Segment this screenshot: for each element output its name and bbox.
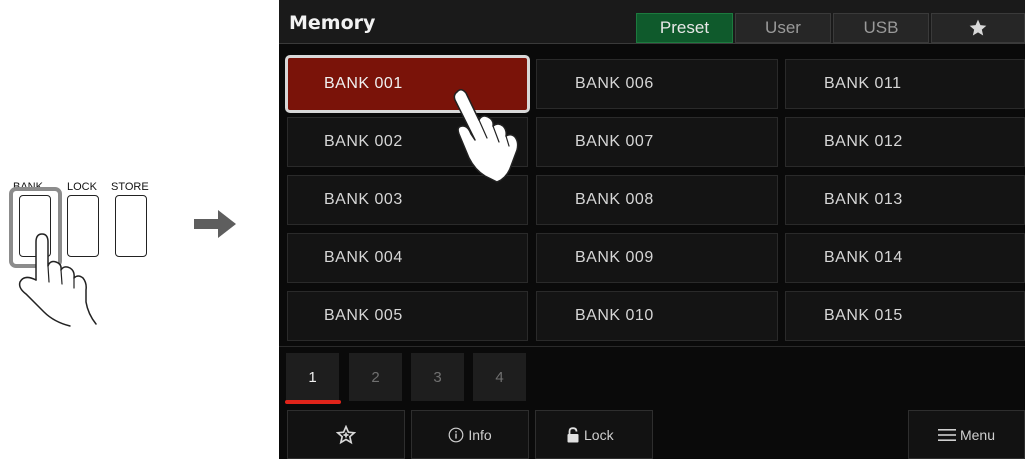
bank-cell-004[interactable]: BANK 004 bbox=[287, 233, 528, 283]
menu-button[interactable]: Menu bbox=[908, 410, 1025, 459]
bank-cell-015[interactable]: BANK 015 bbox=[785, 291, 1025, 341]
bank-label: BANK 015 bbox=[824, 307, 903, 324]
bank-cell-006[interactable]: BANK 006 bbox=[536, 59, 778, 109]
active-page-indicator bbox=[285, 400, 341, 404]
lock-label: Lock bbox=[584, 426, 614, 443]
bank-cell-012[interactable]: BANK 012 bbox=[785, 117, 1025, 167]
top-bar: Memory Preset User USB bbox=[279, 0, 1025, 44]
bank-cell-009[interactable]: BANK 009 bbox=[536, 233, 778, 283]
page-button-1[interactable]: 1 bbox=[286, 353, 339, 401]
lock-button-label: LOCK bbox=[67, 181, 97, 193]
page-button-3[interactable]: 3 bbox=[411, 353, 464, 401]
page-button-4[interactable]: 4 bbox=[473, 353, 526, 401]
bank-label: BANK 011 bbox=[824, 75, 902, 92]
bank-cell-008[interactable]: BANK 008 bbox=[536, 175, 778, 225]
tab-usb-label: USB bbox=[863, 18, 899, 37]
favorite-add-button[interactable] bbox=[287, 410, 405, 459]
bank-cell-013[interactable]: BANK 013 bbox=[785, 175, 1025, 225]
tapping-hand-icon bbox=[453, 89, 519, 183]
pointing-hand-icon bbox=[18, 233, 97, 327]
right-arrow-icon bbox=[194, 210, 236, 238]
page-number: 3 bbox=[433, 368, 442, 386]
tab-favorites[interactable] bbox=[931, 13, 1025, 43]
star-icon bbox=[969, 19, 987, 36]
tab-usb[interactable]: USB bbox=[833, 13, 929, 43]
store-button-label: STORE bbox=[111, 181, 149, 193]
bank-label: BANK 005 bbox=[324, 307, 403, 324]
page-number: 1 bbox=[308, 368, 317, 386]
bank-label: BANK 006 bbox=[575, 75, 654, 92]
star-plus-icon bbox=[336, 424, 356, 444]
info-button[interactable]: Info bbox=[411, 410, 529, 459]
info-label: Info bbox=[468, 426, 492, 443]
tab-user[interactable]: User bbox=[735, 13, 831, 43]
lock-button[interactable]: Lock bbox=[535, 410, 653, 459]
page-number: 4 bbox=[495, 368, 504, 386]
bank-label: BANK 003 bbox=[324, 191, 403, 208]
lock-icon bbox=[567, 426, 579, 442]
bank-label: BANK 010 bbox=[575, 307, 654, 324]
divider bbox=[279, 346, 1025, 347]
bank-cell-005[interactable]: BANK 005 bbox=[287, 291, 528, 341]
page-button-2[interactable]: 2 bbox=[349, 353, 402, 401]
page-number: 2 bbox=[371, 368, 380, 386]
bank-label: BANK 004 bbox=[324, 249, 403, 266]
bank-label: BANK 007 bbox=[575, 133, 654, 150]
tab-preset[interactable]: Preset bbox=[636, 13, 733, 43]
bank-label: BANK 014 bbox=[824, 249, 903, 266]
bank-cell-011[interactable]: BANK 011 bbox=[785, 59, 1025, 109]
memory-screen: Memory Preset User USB BANK 001 BANK 002… bbox=[279, 0, 1025, 459]
bank-cell-010[interactable]: BANK 010 bbox=[536, 291, 778, 341]
tab-preset-label: Preset bbox=[659, 18, 710, 37]
bank-label: BANK 001 bbox=[324, 75, 403, 92]
bank-label: BANK 013 bbox=[824, 191, 903, 208]
bank-cell-014[interactable]: BANK 014 bbox=[785, 233, 1025, 283]
bank-label: BANK 008 bbox=[575, 191, 654, 208]
bank-cell-007[interactable]: BANK 007 bbox=[536, 117, 778, 167]
bank-label: BANK 002 bbox=[324, 133, 403, 150]
info-icon bbox=[448, 427, 464, 442]
page-title: Memory bbox=[289, 12, 376, 34]
menu-label: Menu bbox=[959, 426, 996, 443]
bank-label: BANK 012 bbox=[824, 133, 903, 150]
tab-user-label: User bbox=[765, 18, 801, 37]
menu-icon bbox=[937, 428, 956, 441]
bank-label: BANK 009 bbox=[575, 249, 654, 266]
